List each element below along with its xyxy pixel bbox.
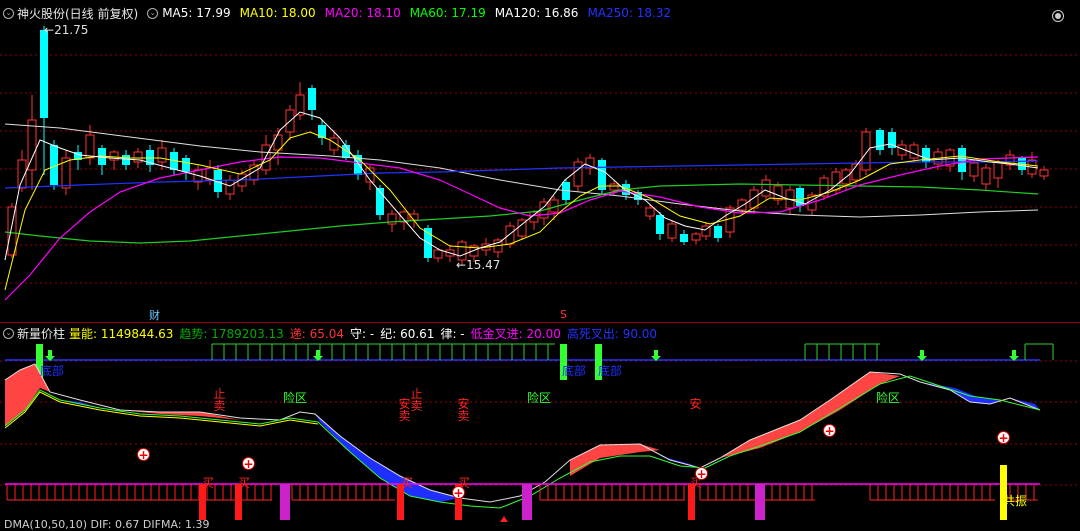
candle[interactable] xyxy=(922,145,930,168)
safe-label: 安 xyxy=(689,398,702,410)
di-value: 递: 65.04 xyxy=(289,326,345,341)
candle[interactable] xyxy=(27,95,37,190)
sell-char: 卖 xyxy=(410,399,423,413)
candle[interactable] xyxy=(409,210,419,228)
sell-char: 卖 xyxy=(398,409,411,423)
trend-value: 趋势: 1789203.13 xyxy=(179,326,284,341)
plus-circle-icon[interactable]: + xyxy=(242,457,255,470)
low-price-value: 15.47 xyxy=(466,258,501,272)
candle[interactable] xyxy=(387,210,397,232)
candle[interactable] xyxy=(40,26,48,175)
safe-sell-label: 安卖 xyxy=(457,398,470,422)
plus-circle-icon[interactable]: + xyxy=(695,467,708,480)
sell-char: 卖 xyxy=(457,409,470,423)
candle[interactable] xyxy=(773,182,783,205)
bottom-area-label: 底部 xyxy=(598,364,623,378)
candle[interactable] xyxy=(122,150,130,170)
candle[interactable] xyxy=(539,198,549,225)
candle[interactable] xyxy=(714,224,722,242)
candle[interactable] xyxy=(318,120,326,145)
lv-value: 律: - xyxy=(440,326,465,341)
candle[interactable] xyxy=(365,165,375,190)
candle[interactable] xyxy=(680,230,688,245)
candle[interactable] xyxy=(170,148,178,175)
candle[interactable] xyxy=(981,164,991,190)
low-golden-cross-value: 低金叉进: 20.00 xyxy=(470,326,561,341)
candle[interactable] xyxy=(861,128,871,175)
low-price-label: ←15.47 xyxy=(456,258,501,272)
candle[interactable] xyxy=(285,105,295,140)
danger-zone-label: 险区 xyxy=(283,391,308,405)
plus-circle-icon[interactable]: + xyxy=(137,448,150,461)
ji-value: 纪: 60.61 xyxy=(380,326,435,341)
candle[interactable] xyxy=(261,135,271,175)
candle[interactable] xyxy=(876,128,884,155)
candle[interactable] xyxy=(945,148,955,172)
safe-sell-label: 安卖 xyxy=(398,398,411,422)
candle[interactable] xyxy=(74,145,82,170)
buy-label: 买 xyxy=(238,476,251,490)
plus-circle-icon[interactable]: + xyxy=(823,424,836,437)
resonance-label: 共振 xyxy=(1003,494,1028,508)
indicator-title: 新量价柱 xyxy=(17,326,66,341)
high-dead-cross-value: 高死叉出: 90.00 xyxy=(566,326,658,341)
bottom-area-label: 底部 xyxy=(562,364,587,378)
candle[interactable] xyxy=(517,218,527,240)
candle[interactable] xyxy=(354,150,362,180)
candle[interactable] xyxy=(993,160,1003,188)
candle[interactable] xyxy=(819,175,829,200)
volume-energy-value: 量能: 1149844.63 xyxy=(69,326,174,341)
candle[interactable] xyxy=(691,232,701,244)
candle[interactable] xyxy=(109,150,119,170)
candle[interactable] xyxy=(17,150,27,192)
candle[interactable] xyxy=(701,222,711,240)
candlestick-chart[interactable] xyxy=(0,0,1080,322)
candle[interactable] xyxy=(225,175,235,200)
red-signal-bars xyxy=(199,484,695,520)
bottom-area-label: 底部 xyxy=(40,364,65,378)
indicator-curve-lower-yellow xyxy=(4,391,319,429)
candle[interactable] xyxy=(1039,166,1049,180)
buy-label: 买 xyxy=(202,476,215,490)
red-triangle-marker xyxy=(500,516,508,522)
s-marker[interactable]: S xyxy=(560,308,567,321)
plus-circle-icon[interactable]: + xyxy=(452,486,465,499)
candle[interactable] xyxy=(182,155,190,180)
candle[interactable] xyxy=(969,160,979,182)
dma-indicator-text: DMA(10,50,10) DIF: 0.67 DIFMA: 1.39 xyxy=(4,518,210,531)
panel-separator xyxy=(0,322,1080,323)
candle[interactable] xyxy=(61,150,71,195)
plus-circle-icon[interactable]: + xyxy=(997,431,1010,444)
candle[interactable] xyxy=(562,180,570,205)
indicator-curve-upper xyxy=(4,363,1041,503)
red-band xyxy=(720,372,900,458)
stop-sell-label: 止卖 xyxy=(410,388,423,412)
red-band xyxy=(570,444,660,476)
buy-label: 买 xyxy=(401,476,414,490)
shou-value: 守: - xyxy=(350,326,375,341)
candles xyxy=(7,26,1049,265)
finance-marker[interactable]: 财 xyxy=(149,307,160,323)
indicator-chart[interactable] xyxy=(0,340,1080,525)
green-signal-bars xyxy=(211,343,1054,360)
candle[interactable] xyxy=(761,175,771,200)
danger-zone-label: 险区 xyxy=(527,391,552,405)
candle[interactable] xyxy=(888,128,896,155)
stop-sell-label: 止卖 xyxy=(213,388,226,412)
sell-char: 卖 xyxy=(213,399,226,413)
high-price-label: ←21.75 xyxy=(44,23,89,37)
candle[interactable] xyxy=(1005,150,1015,170)
high-price-value: 21.75 xyxy=(54,23,89,37)
indicator-settings-icon[interactable]: ⌄ xyxy=(3,327,14,339)
candle[interactable] xyxy=(249,160,259,185)
candle[interactable] xyxy=(376,185,384,220)
candle[interactable] xyxy=(573,158,583,192)
safe-char: 安 xyxy=(689,397,702,411)
candle[interactable] xyxy=(598,158,606,195)
candle[interactable] xyxy=(667,220,677,242)
danger-zone-label: 险区 xyxy=(876,391,901,405)
candle[interactable] xyxy=(98,145,106,175)
